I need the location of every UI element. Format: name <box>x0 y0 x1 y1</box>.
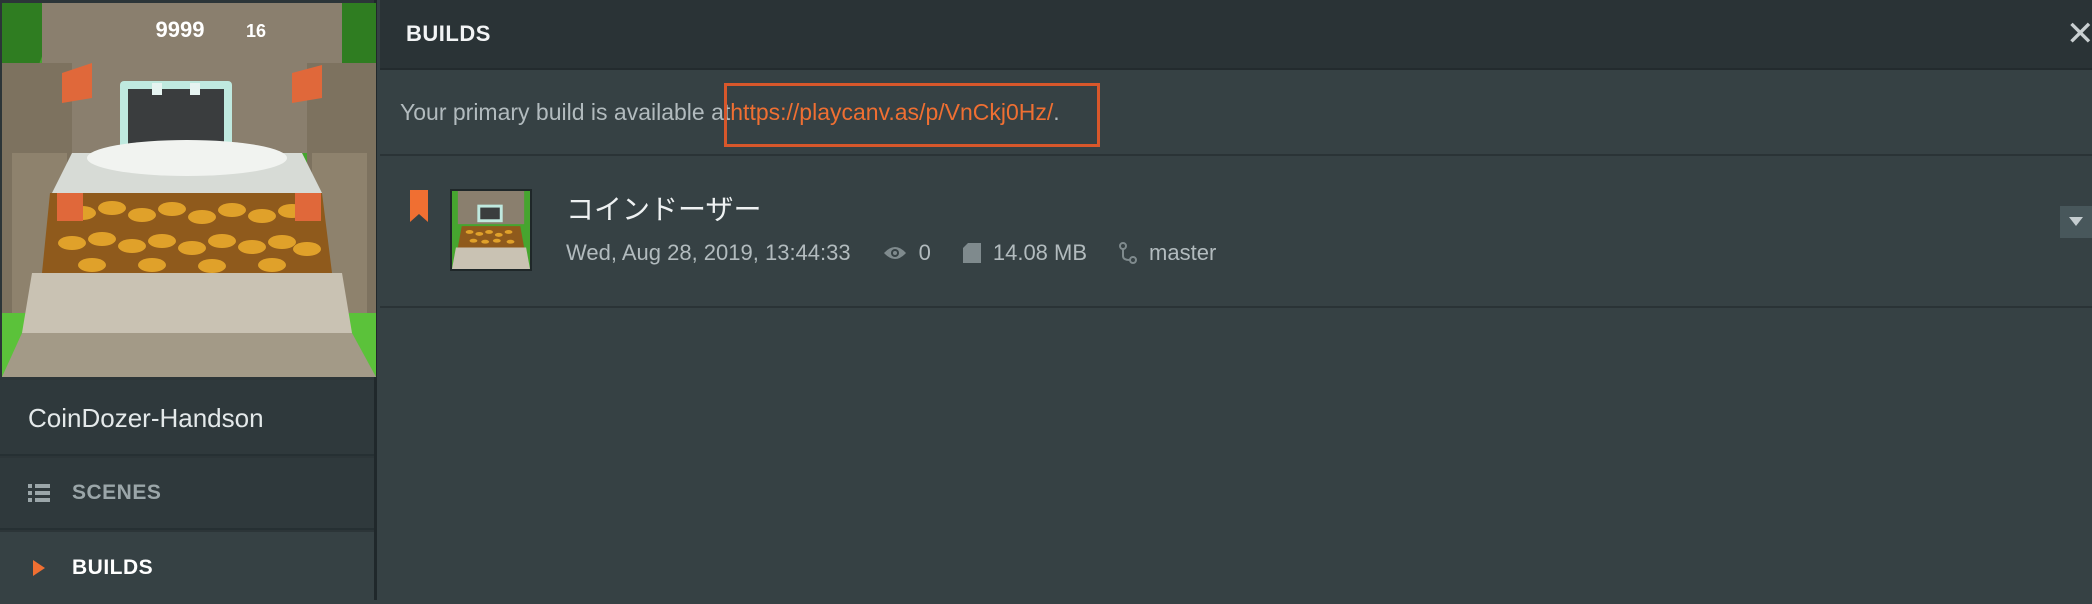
primary-build-link[interactable]: https://playcanv.as/p/VnCkj0Hz/ <box>730 99 1053 126</box>
close-icon[interactable]: ✕ <box>2066 18 2092 50</box>
build-options-dropdown[interactable] <box>2060 206 2092 238</box>
caret-right-icon <box>26 560 52 576</box>
builds-panel: BUILDS ✕ Your primary build is available… <box>380 0 2092 600</box>
build-name: コインドーザー <box>566 194 762 225</box>
build-branch: master <box>1149 240 1217 265</box>
primary-bookmark-icon[interactable] <box>410 190 428 227</box>
sidebar-item-label: SCENES <box>72 481 162 504</box>
project-name: CoinDozer-Handson <box>0 380 374 456</box>
primary-build-notice: Your primary build is available at https… <box>380 70 2092 156</box>
build-row[interactable]: コインドーザー Wed, Aug 28, 2019, 13:44:33 0 14… <box>380 156 2092 308</box>
chevron-down-icon <box>2069 213 2083 231</box>
build-size: 14.08 MB <box>992 240 1088 265</box>
project-thumbnail[interactable]: 9999 16 <box>2 3 376 377</box>
eye-icon <box>883 245 907 261</box>
coin-dozer-castle-image: 9999 16 <box>2 3 376 377</box>
svg-text:9999: 9999 <box>156 17 205 42</box>
build-thumbnail-image <box>452 191 530 269</box>
svg-text:16: 16 <box>246 21 266 41</box>
sidebar: 9999 16 CoinDozer-Handson SCENES BUILDS <box>0 0 377 604</box>
notice-text: Your primary build is available at <box>400 98 731 125</box>
notice-suffix: . <box>1053 98 1060 125</box>
panel-header: BUILDS ✕ <box>380 0 2092 70</box>
branch-icon <box>1119 242 1138 264</box>
sidebar-item-builds[interactable]: BUILDS <box>0 532 374 604</box>
list-icon <box>26 484 52 502</box>
build-thumbnail <box>450 189 532 271</box>
build-meta: Wed, Aug 28, 2019, 13:44:33 0 14.08 MB m… <box>566 240 1216 266</box>
build-views: 0 <box>918 240 931 265</box>
sidebar-item-label: BUILDS <box>72 556 154 579</box>
sidebar-item-scenes[interactable]: SCENES <box>0 458 374 530</box>
build-date: Wed, Aug 28, 2019, 13:44:33 <box>566 240 851 265</box>
page-title: BUILDS <box>406 21 491 46</box>
file-size-icon <box>962 243 981 263</box>
